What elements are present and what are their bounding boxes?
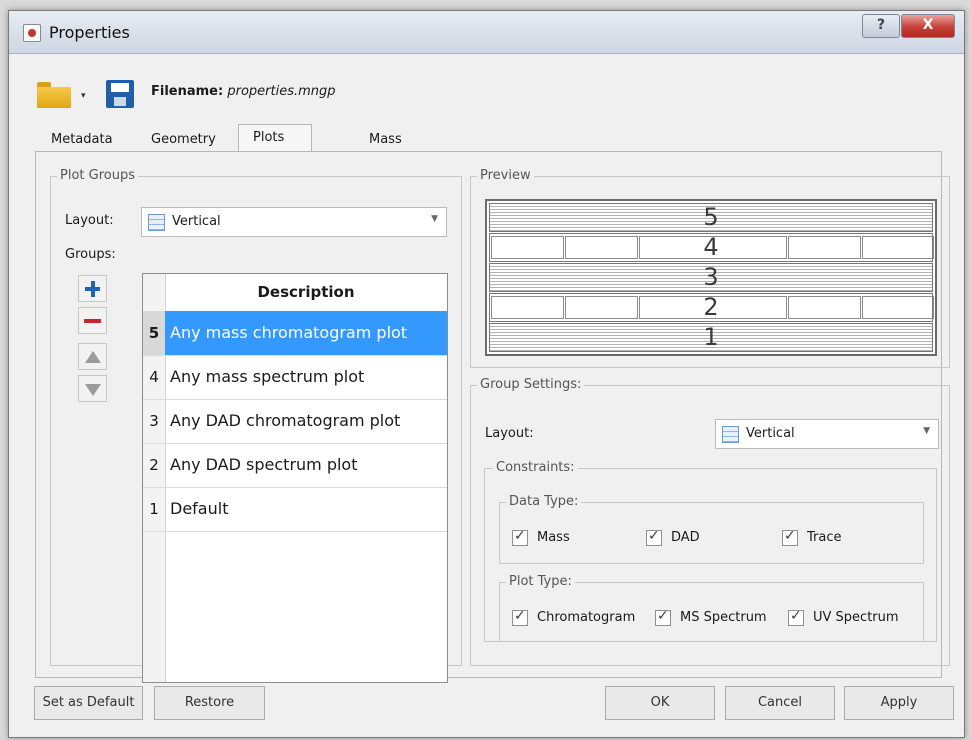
plot-type-legend: Plot Type: xyxy=(506,574,575,589)
chromatogram-checkbox[interactable] xyxy=(512,608,528,626)
tab-mass-spectrum[interactable]: Mass Spectrum xyxy=(355,129,446,169)
row-number: 2 xyxy=(149,456,159,474)
preview-row: 1 xyxy=(489,323,933,352)
add-group-button[interactable] xyxy=(78,275,107,302)
chevron-down-icon: ▼ xyxy=(923,426,930,436)
cancel-button[interactable]: Cancel xyxy=(725,686,835,720)
tab-geometry[interactable]: Geometry xyxy=(137,129,230,151)
plot-groups-layout-label: Layout: xyxy=(65,213,114,228)
vertical-layout-icon xyxy=(722,426,739,443)
open-folder-icon[interactable] xyxy=(37,82,71,108)
plots-layout-panel: Plot Groups Layout: Vertical ▼ Groups: D… xyxy=(35,151,950,683)
group-settings-layout-label: Layout: xyxy=(485,426,534,441)
uv-spectrum-checkbox-label[interactable]: UV Spectrum xyxy=(813,610,899,625)
preview-row-number: 5 xyxy=(703,203,719,231)
preview-row: 5 xyxy=(489,203,933,232)
filename-value: properties.mngp xyxy=(227,84,336,99)
close-button[interactable]: X xyxy=(901,14,955,38)
preview-row-number: 1 xyxy=(703,323,719,351)
app-icon xyxy=(23,24,41,42)
filename-display: Filename: properties.mngp xyxy=(151,84,336,99)
move-up-button[interactable] xyxy=(78,343,107,370)
groups-table[interactable]: Description 5 Any mass chromatogram plot… xyxy=(142,273,448,683)
row-number: 4 xyxy=(149,368,159,386)
data-type-box: Data Type: Mass DAD Trace xyxy=(499,494,924,564)
mass-checkbox-label[interactable]: Mass xyxy=(537,530,570,545)
properties-dialog: Properties ? X ▾ Filename: properties.mn… xyxy=(8,10,965,738)
remove-group-button[interactable] xyxy=(78,307,107,334)
mass-checkbox[interactable] xyxy=(512,528,528,546)
table-row[interactable]: 1 Default xyxy=(143,487,447,532)
preview-row: 4 xyxy=(489,233,934,262)
arrow-up-icon xyxy=(85,351,101,363)
dad-checkbox-label[interactable]: DAD xyxy=(671,530,700,545)
table-row[interactable]: 4 Any mass spectrum plot xyxy=(143,355,447,400)
arrow-down-icon xyxy=(85,384,101,396)
group-settings-legend: Group Settings: xyxy=(477,377,585,392)
plot-groups-layout-value: Vertical xyxy=(172,214,221,229)
trace-checkbox[interactable] xyxy=(782,528,798,546)
apply-button[interactable]: Apply xyxy=(844,686,954,720)
plot-type-box: Plot Type: Chromatogram MS Spectrum UV S… xyxy=(499,574,924,642)
plot-groups-box: Plot Groups Layout: Vertical ▼ Groups: D… xyxy=(50,168,462,683)
open-dropdown-arrow-icon[interactable]: ▾ xyxy=(81,91,86,101)
row-description: Default xyxy=(170,499,229,518)
save-icon[interactable] xyxy=(106,80,134,108)
set-as-default-button[interactable]: Set as Default xyxy=(34,686,143,720)
title-bar: Properties ? X xyxy=(9,11,964,54)
preview-row-number: 3 xyxy=(703,263,719,291)
minus-icon xyxy=(84,319,101,323)
row-description: Any DAD chromatogram plot xyxy=(170,411,401,430)
tab-metadata[interactable]: Metadata xyxy=(37,129,127,151)
chromatogram-checkbox-label[interactable]: Chromatogram xyxy=(537,610,635,625)
description-column-header[interactable]: Description xyxy=(165,274,447,312)
table-row[interactable]: 3 Any DAD chromatogram plot xyxy=(143,399,447,444)
preview-row-number: 2 xyxy=(703,293,719,321)
help-button[interactable]: ? xyxy=(862,14,900,38)
dad-checkbox[interactable] xyxy=(646,528,662,546)
row-description: Any DAD spectrum plot xyxy=(170,455,358,474)
constraints-box: Constraints: Data Type: Mass DAD Trace P… xyxy=(484,460,937,642)
vertical-layout-icon xyxy=(148,214,165,231)
preview-row: 3 xyxy=(489,263,933,292)
constraints-legend: Constraints: xyxy=(493,460,578,475)
row-number: 3 xyxy=(149,412,159,430)
window-title: Properties xyxy=(49,23,130,42)
preview-box: Preview 5 4 3 2 1 xyxy=(470,168,950,368)
row-description: Any mass chromatogram plot xyxy=(165,311,447,355)
plot-groups-layout-select[interactable]: Vertical ▼ xyxy=(141,207,447,237)
ok-button[interactable]: OK xyxy=(605,686,715,720)
group-settings-box: Group Settings: Layout: Vertical ▼ Const… xyxy=(470,377,950,666)
ms-spectrum-checkbox-label[interactable]: MS Spectrum xyxy=(680,610,767,625)
groups-label: Groups: xyxy=(65,247,116,262)
ms-spectrum-checkbox[interactable] xyxy=(655,608,671,626)
table-row[interactable]: 5 Any mass chromatogram plot xyxy=(143,311,447,356)
table-row[interactable]: 2 Any DAD spectrum plot xyxy=(143,443,447,488)
group-settings-layout-select[interactable]: Vertical ▼ xyxy=(715,419,939,449)
data-type-legend: Data Type: xyxy=(506,494,582,509)
move-down-button[interactable] xyxy=(78,375,107,402)
toolbar: ▾ Filename: properties.mngp xyxy=(9,53,964,123)
group-settings-layout-value: Vertical xyxy=(746,426,795,441)
preview-row-number: 4 xyxy=(703,233,719,261)
preview-row: 2 xyxy=(489,293,934,322)
plot-groups-legend: Plot Groups xyxy=(57,168,138,183)
row-number: 5 xyxy=(143,311,165,355)
trace-checkbox-label[interactable]: Trace xyxy=(807,530,842,545)
tab-plots-layout[interactable]: Plots Layout xyxy=(238,124,313,171)
preview-legend: Preview xyxy=(477,168,534,183)
uv-spectrum-checkbox[interactable] xyxy=(788,608,804,626)
chevron-down-icon: ▼ xyxy=(431,214,438,224)
restore-button[interactable]: Restore xyxy=(154,686,265,720)
filename-label: Filename: xyxy=(151,84,224,99)
layout-preview: 5 4 3 2 1 xyxy=(485,199,937,356)
row-description: Any mass spectrum plot xyxy=(170,367,365,386)
row-number: 1 xyxy=(149,500,159,518)
